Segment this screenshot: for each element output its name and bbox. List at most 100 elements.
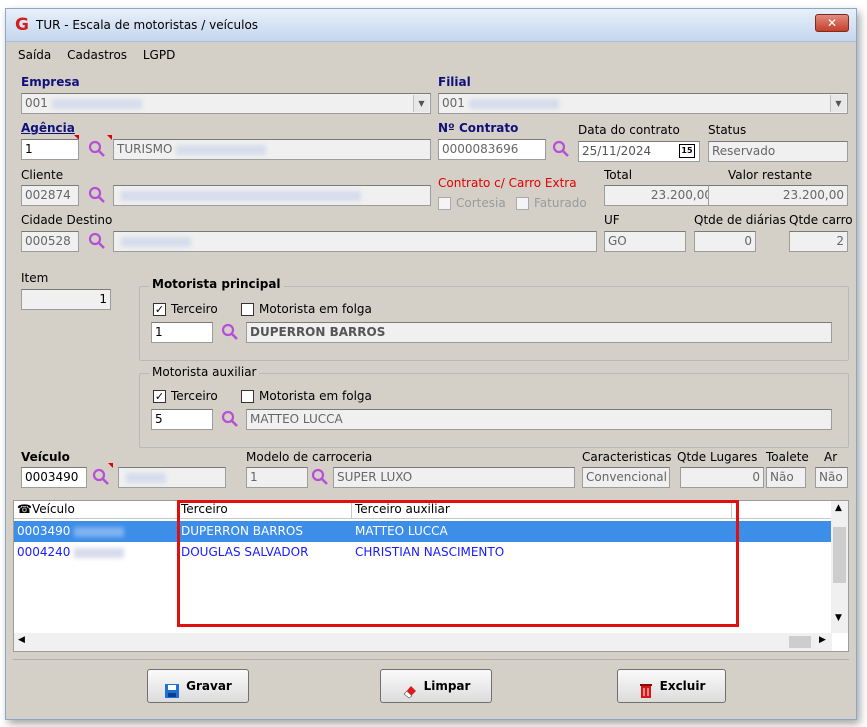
vertical-scrollbar[interactable]: ▲ ▼: [831, 501, 848, 633]
limpar-label: Limpar: [423, 679, 471, 693]
principal-folga-checkbox[interactable]: [241, 303, 254, 316]
qtde-carro-label: Qtde carro: [789, 213, 853, 227]
veiculo-input[interactable]: 0003490: [21, 467, 87, 488]
limpar-button[interactable]: Limpar: [380, 669, 492, 703]
qtde-diarias-field: 0: [694, 231, 756, 252]
principal-terceiro-checkbox[interactable]: ✓: [153, 303, 166, 316]
principal-nome-field: DUPERRON BARROS: [246, 322, 832, 343]
empresa-value: 001: [25, 96, 48, 110]
horizontal-scrollbar[interactable]: ◀ ▶: [14, 633, 832, 651]
principal-terceiro-label: Terceiro: [171, 302, 218, 316]
cidade-destino-input[interactable]: 000528: [21, 231, 79, 252]
filial-select[interactable]: 001 ▼: [438, 93, 848, 114]
cidade-destino-label: Cidade Destino: [21, 213, 113, 227]
veiculo-placa-field: [118, 467, 226, 488]
grid-header-veiculo[interactable]: ☎Veículo: [14, 501, 178, 519]
status-field: Reservado: [708, 141, 848, 162]
qtde-lugares-label: Qtde Lugares: [677, 450, 758, 464]
app-logo-icon: G: [15, 15, 29, 35]
toalete-label: Toalete: [766, 450, 809, 464]
veiculo-placa-blurred: [126, 472, 166, 483]
agencia-input[interactable]: 1: [21, 139, 79, 160]
auxiliar-terceiro-checkbox[interactable]: ✓: [153, 390, 166, 403]
menu-saida[interactable]: Saída: [18, 48, 51, 62]
row-veiculo-blurred: [74, 526, 125, 537]
scroll-right-icon[interactable]: ▶: [819, 635, 826, 645]
valor-restante-label: Valor restante: [728, 168, 813, 182]
cortesia-checkbox[interactable]: [438, 197, 451, 210]
gravar-label: Gravar: [186, 679, 232, 693]
scroll-thumb[interactable]: [833, 527, 846, 583]
grid-header-veiculo-label: Veículo: [31, 502, 75, 516]
cidade-name-field: [113, 231, 597, 252]
main-window: G TUR - Escala de motoristas / veículos …: [5, 8, 857, 720]
cidade-search-icon[interactable]: [88, 232, 106, 250]
trash-icon: [638, 679, 654, 698]
cliente-search-icon[interactable]: [88, 186, 106, 204]
contrato-search-icon[interactable]: [552, 140, 570, 158]
auxiliar-nome-field: MATTEO LUCCA: [246, 409, 832, 430]
agencia-desc-value: TURISMO: [117, 142, 173, 156]
menu-lgpd[interactable]: LGPD: [143, 48, 175, 62]
veiculo-label: Veículo: [21, 450, 70, 464]
required-marker-icon: [108, 463, 113, 468]
menu-cadastros[interactable]: Cadastros: [67, 48, 127, 62]
filial-label: Filial: [438, 75, 471, 89]
auxiliar-search-icon[interactable]: [221, 410, 239, 428]
agencia-desc-field: TURISMO: [113, 139, 431, 160]
modelo-nome-field: SUPER LUXO: [333, 467, 575, 488]
excluir-button[interactable]: Excluir: [617, 669, 726, 703]
auxiliar-cod-input[interactable]: 5: [151, 409, 213, 430]
excluir-label: Excluir: [659, 679, 706, 693]
separator: [13, 659, 849, 660]
ar-label: Ar: [824, 450, 838, 464]
auxiliar-terceiro-label: Terceiro: [171, 389, 218, 403]
data-contrato-value: 25/11/2024: [582, 144, 652, 158]
scroll-down-icon[interactable]: ▼: [835, 613, 842, 623]
cortesia-label: Cortesia: [456, 196, 506, 210]
modelo-search-icon[interactable]: [311, 468, 329, 486]
cidade-name-blurred: [121, 236, 191, 247]
faturado-label: Faturado: [534, 196, 587, 210]
empresa-label: Empresa: [21, 75, 80, 89]
contrato-extra-label: Contrato c/ Carro Extra: [438, 176, 577, 190]
veiculo-search-icon[interactable]: [92, 468, 110, 486]
caracteristicas-label: Caracteristicas: [582, 450, 672, 464]
auxiliar-folga-label: Motorista em folga: [259, 389, 372, 403]
qtde-lugares-field: 0: [680, 467, 764, 488]
filial-value: 001: [442, 96, 465, 110]
required-marker-icon: [107, 135, 112, 140]
cliente-name-field: [113, 185, 431, 206]
contrato-input[interactable]: 0000083696: [438, 139, 546, 160]
scroll-left-icon[interactable]: ◀: [18, 635, 25, 645]
motorista-principal-title: Motorista principal: [149, 277, 284, 291]
row-veiculo: 0003490: [14, 521, 178, 542]
faturado-checkbox[interactable]: [516, 197, 529, 210]
principal-cod-input[interactable]: 1: [151, 322, 213, 343]
cliente-label: Cliente: [21, 168, 64, 182]
modelo-carroceria-label: Modelo de carroceria: [246, 450, 373, 464]
valor-restante-field: 23.200,00: [708, 185, 848, 206]
principal-search-icon[interactable]: [221, 323, 239, 341]
principal-folga-label: Motorista em folga: [259, 302, 372, 316]
save-icon: [164, 679, 180, 698]
empresa-dropdown-icon[interactable]: ▼: [413, 95, 429, 112]
total-field: 23.200,00: [604, 185, 716, 206]
ar-field: Não: [815, 467, 848, 488]
filial-dropdown-icon[interactable]: ▼: [830, 95, 846, 112]
empresa-select[interactable]: 001 ▼: [21, 93, 431, 114]
motorista-auxiliar-title: Motorista auxiliar: [149, 365, 260, 379]
toalete-field: Não: [766, 467, 806, 488]
agencia-search-icon[interactable]: [88, 140, 106, 158]
close-button[interactable]: ✕: [815, 14, 849, 32]
scroll-up-icon[interactable]: ▲: [835, 503, 842, 513]
contrato-label: Nº Contrato: [438, 121, 519, 135]
modelo-cod-field: 1: [246, 467, 308, 488]
gravar-button[interactable]: Gravar: [147, 669, 249, 703]
calendar-icon[interactable]: 15: [679, 144, 695, 158]
window-title: TUR - Escala de motoristas / veículos: [36, 18, 259, 32]
auxiliar-folga-checkbox[interactable]: [241, 390, 254, 403]
hscroll-thumb[interactable]: [789, 636, 811, 648]
row-veiculo: 0004240: [14, 542, 178, 563]
cliente-input[interactable]: 002874: [21, 185, 79, 206]
